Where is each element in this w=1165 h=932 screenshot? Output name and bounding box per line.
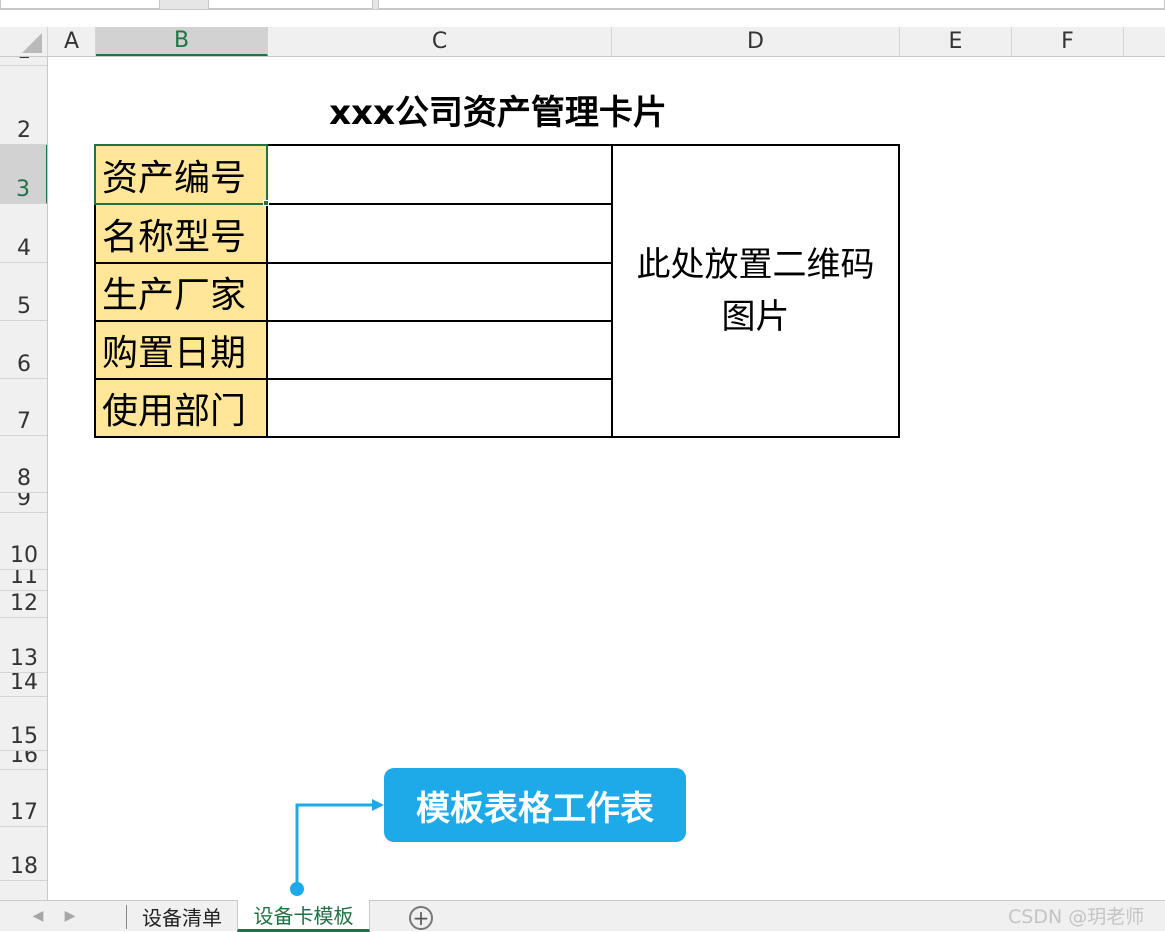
card-title[interactable]: xxx公司资产管理卡片 <box>268 88 728 138</box>
callout-arrow <box>290 799 384 896</box>
row-header-column: 1 2 3 4 5 6 7 8 9 10 11 12 13 14 15 16 1… <box>0 57 48 900</box>
column-header-d[interactable]: D <box>612 27 900 56</box>
column-header-a[interactable]: A <box>48 27 96 56</box>
row-number: 7 <box>17 409 31 434</box>
value-cell-purchase-date[interactable] <box>266 320 613 380</box>
value-cell-department[interactable] <box>266 378 613 438</box>
row-header-6[interactable]: 6 <box>0 321 47 379</box>
row-number: 1 <box>17 57 31 65</box>
qr-placeholder-text: 此处放置二维码 图片 <box>637 239 875 343</box>
fill-handle[interactable] <box>263 200 269 206</box>
row-number: 16 <box>10 751 38 768</box>
label-cell-department[interactable]: 使用部门 <box>94 378 268 438</box>
name-box[interactable] <box>0 0 160 9</box>
row-header-4[interactable]: 4 <box>0 204 47 263</box>
row-number: 15 <box>10 724 38 749</box>
scroll-tabs-right-icon[interactable]: ▶ <box>62 907 78 925</box>
row-header-11[interactable]: 11 <box>0 570 47 591</box>
formula-bar-strip <box>0 0 1165 10</box>
row-header-12[interactable]: 12 <box>0 591 47 618</box>
column-header-b[interactable]: B <box>96 27 268 56</box>
callout-anchor-dot <box>290 882 304 896</box>
row-header-3[interactable]: 3 <box>0 145 47 204</box>
row-number: 11 <box>10 570 38 589</box>
row-number: 9 <box>17 493 31 511</box>
row-number: 14 <box>10 673 38 695</box>
row-header-17[interactable]: 17 <box>0 770 47 827</box>
row-number: 17 <box>10 800 38 825</box>
row-header-18[interactable]: 18 <box>0 827 47 881</box>
label-cell-manufacturer[interactable]: 生产厂家 <box>94 262 268 322</box>
row-header-9[interactable]: 9 <box>0 493 47 513</box>
row-number: 3 <box>16 177 30 202</box>
value-cell-asset-number[interactable] <box>266 144 613 205</box>
row-number: 4 <box>17 236 31 261</box>
formula-input[interactable] <box>378 0 1165 9</box>
row-header-16[interactable]: 16 <box>0 751 47 770</box>
row-header-1[interactable]: 1 <box>0 57 47 66</box>
row-header-14[interactable]: 14 <box>0 673 47 697</box>
add-sheet-icon[interactable]: + <box>409 906 433 930</box>
select-all-triangle-icon <box>22 33 42 53</box>
row-number: 8 <box>17 466 31 491</box>
label-cell-purchase-date[interactable]: 购置日期 <box>94 320 268 380</box>
row-header-8[interactable]: 8 <box>0 436 47 493</box>
qr-code-placeholder-cell[interactable]: 此处放置二维码 图片 <box>611 144 900 438</box>
value-cell-model[interactable] <box>266 203 613 264</box>
row-number: 6 <box>17 352 31 377</box>
column-header-f[interactable]: F <box>1012 27 1124 56</box>
formula-bar-controls[interactable] <box>208 0 373 9</box>
qr-placeholder-line1: 此处放置二维码 <box>636 245 875 285</box>
row-number: 10 <box>10 543 38 568</box>
value-cell-manufacturer[interactable] <box>266 262 613 322</box>
row-number: 2 <box>17 118 31 143</box>
watermark: CSDN @玥老师 <box>1008 906 1145 928</box>
row-header-7[interactable]: 7 <box>0 379 47 436</box>
row-header-15[interactable]: 15 <box>0 697 47 751</box>
column-header-row: A B C D E F <box>0 27 1165 57</box>
active-cell-outline <box>94 144 268 205</box>
label-cell-model[interactable]: 名称型号 <box>94 203 268 264</box>
tab-divider <box>126 905 127 929</box>
column-header-e[interactable]: E <box>900 27 1012 56</box>
callout-label: 模板表格工作表 <box>384 768 686 842</box>
row-number: 12 <box>10 591 38 616</box>
row-header-13[interactable]: 13 <box>0 618 47 673</box>
qr-placeholder-line2: 图片 <box>721 297 790 337</box>
row-number: 5 <box>17 294 31 319</box>
callout-connector-line <box>295 803 376 889</box>
row-number: 13 <box>10 646 38 671</box>
row-number: 18 <box>10 854 38 879</box>
sheet-tab-equipment-list[interactable]: 设备清单 <box>128 901 236 932</box>
callout-arrowhead-icon <box>372 799 384 811</box>
row-header-10[interactable]: 10 <box>0 513 47 570</box>
scroll-tabs-left-icon[interactable]: ◀ <box>30 907 46 925</box>
row-header-2[interactable]: 2 <box>0 66 47 145</box>
select-all-button[interactable] <box>0 27 48 56</box>
column-header-c[interactable]: C <box>268 27 612 56</box>
row-header-5[interactable]: 5 <box>0 263 47 321</box>
sheet-tab-bar: ◀ ▶ 设备清单 设备卡模板 + <box>0 900 1165 932</box>
sheet-tab-card-template[interactable]: 设备卡模板 <box>237 900 370 932</box>
